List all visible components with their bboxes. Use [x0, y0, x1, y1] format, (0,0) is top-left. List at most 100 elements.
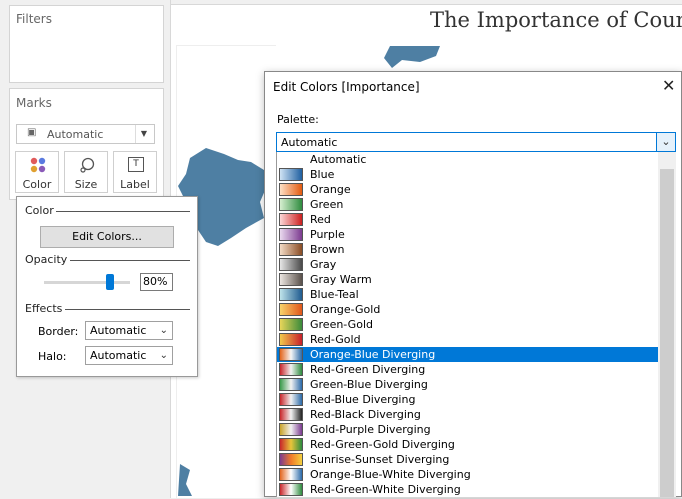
palette-swatch: [279, 468, 303, 481]
palette-option[interactable]: Orange-Blue-White Diverging: [277, 467, 659, 482]
palette-option-label: Automatic: [310, 153, 367, 166]
palette-swatch: [279, 243, 303, 256]
label-mark-label: Label: [120, 178, 150, 191]
palette-option-label: Gray: [310, 258, 337, 271]
color-mark-button[interactable]: Color: [15, 151, 59, 193]
palette-swatch: [279, 273, 303, 286]
border-label: Border:: [38, 325, 79, 338]
palette-option[interactable]: Red-Green Diverging: [277, 362, 659, 377]
opacity-slider-thumb[interactable]: [106, 274, 114, 290]
palette-label: Palette:: [277, 113, 319, 126]
palette-option[interactable]: Red: [277, 212, 659, 227]
size-icon: [80, 157, 95, 173]
palette-option-label: Blue: [310, 168, 335, 181]
color-mark-label: Color: [22, 178, 52, 191]
palette-option-label: Red-Green Diverging: [310, 363, 426, 376]
palette-option[interactable]: Gray Warm: [277, 272, 659, 287]
palette-option[interactable]: Red-Green-White Diverging: [277, 482, 659, 497]
border-value: Automatic: [90, 324, 147, 337]
palette-option[interactable]: Green-Gold: [277, 317, 659, 332]
palette-swatch: [279, 228, 303, 241]
scrollbar-thumb[interactable]: [660, 169, 674, 497]
palette-swatch: [279, 408, 303, 421]
palette-swatch: [279, 258, 303, 271]
palette-swatch: [279, 393, 303, 406]
palette-option[interactable]: Orange-Gold: [277, 302, 659, 317]
dialog-title: Edit Colors [Importance]: [273, 80, 420, 94]
palette-option-label: Orange-Blue Diverging: [310, 348, 436, 361]
palette-swatch: [279, 363, 303, 376]
palette-option[interactable]: Automatic: [277, 152, 659, 167]
size-mark-label: Size: [74, 178, 98, 191]
palette-swatch: [279, 438, 303, 451]
palette-option-label: Red-Black Diverging: [310, 408, 421, 421]
map-top-shape: [384, 46, 440, 68]
palette-option[interactable]: Green: [277, 197, 659, 212]
palette-option[interactable]: Red-Gold: [277, 332, 659, 347]
effects-section-label: Effects: [25, 302, 63, 315]
label-mark-button[interactable]: T Label: [113, 151, 157, 193]
palette-option[interactable]: Brown: [277, 242, 659, 257]
palette-option-label: Red-Green-Gold Diverging: [310, 438, 455, 451]
color-section-label: Color: [25, 204, 54, 217]
palette-option[interactable]: Orange: [277, 182, 659, 197]
palette-swatch: [279, 213, 303, 226]
effects-section-divider: [65, 309, 190, 310]
palette-option[interactable]: Red-Black Diverging: [277, 407, 659, 422]
palette-swatch: [279, 378, 303, 391]
palette-swatch: [279, 423, 303, 436]
palette-option-label: Purple: [310, 228, 345, 241]
palette-swatch: [279, 483, 303, 496]
opacity-value-input[interactable]: 80%: [140, 273, 173, 291]
chevron-down-icon[interactable]: ⌄: [656, 133, 675, 151]
palette-option-label: Orange-Gold: [310, 303, 381, 316]
palette-list-scrollbar[interactable]: [658, 152, 676, 497]
map-island-shape: [178, 464, 192, 496]
palette-option[interactable]: Red-Green-Gold Diverging: [277, 437, 659, 452]
mark-type-dropdown[interactable]: ▣ Automatic ▼: [16, 124, 155, 144]
palette-option[interactable]: Green-Blue Diverging: [277, 377, 659, 392]
close-icon[interactable]: ✕: [662, 76, 675, 95]
palette-option-label: Red-Gold: [310, 333, 361, 346]
palette-option-label: Brown: [310, 243, 345, 256]
palette-option-label: Orange-Blue-White Diverging: [310, 468, 471, 481]
palette-swatch: [279, 303, 303, 316]
palette-swatch: [279, 168, 303, 181]
palette-option-label: Green-Gold: [310, 318, 373, 331]
label-icon: T: [128, 157, 144, 172]
halo-value: Automatic: [90, 349, 147, 362]
chevron-down-icon: ⌄: [159, 325, 168, 336]
edit-colors-button[interactable]: Edit Colors...: [40, 226, 174, 248]
opacity-section-label: Opacity: [25, 253, 68, 266]
palette-option-label: Sunrise-Sunset Diverging: [310, 453, 450, 466]
palette-swatch: [279, 348, 303, 361]
palette-list: Automatic Blue Orange Green Red Purple Brown Gr…: [276, 152, 659, 497]
palette-combobox[interactable]: Automatic ⌄: [276, 132, 676, 152]
filters-label: Filters: [16, 12, 52, 26]
palette-option[interactable]: Sunrise-Sunset Diverging: [277, 452, 659, 467]
palette-option[interactable]: Orange-Blue Diverging: [277, 347, 659, 362]
palette-option[interactable]: Gold-Purple Diverging: [277, 422, 659, 437]
palette-option[interactable]: Blue-Teal: [277, 287, 659, 302]
palette-option-label: Red-Green-White Diverging: [310, 483, 461, 496]
palette-option[interactable]: Gray: [277, 257, 659, 272]
opacity-section-divider: [70, 260, 190, 261]
halo-label: Halo:: [38, 350, 67, 363]
map-icon: ▣: [27, 127, 37, 138]
palette-swatch: [279, 183, 303, 196]
palette-swatch: [279, 288, 303, 301]
palette-option-label: Green-Blue Diverging: [310, 378, 428, 391]
marks-label: Marks: [16, 96, 52, 110]
palette-swatch: [279, 453, 303, 466]
palette-option[interactable]: Purple: [277, 227, 659, 242]
size-mark-button[interactable]: Size: [64, 151, 108, 193]
palette-swatch: [279, 198, 303, 211]
opacity-slider[interactable]: [44, 272, 130, 292]
palette-option[interactable]: Red-Blue Diverging: [277, 392, 659, 407]
palette-swatch: [279, 333, 303, 346]
palette-option-label: Green: [310, 198, 344, 211]
halo-dropdown[interactable]: Automatic ⌄: [85, 346, 173, 365]
border-dropdown[interactable]: Automatic ⌄: [85, 321, 173, 340]
palette-option[interactable]: Blue: [277, 167, 659, 182]
viz-title: The Importance of Coun: [430, 8, 682, 32]
